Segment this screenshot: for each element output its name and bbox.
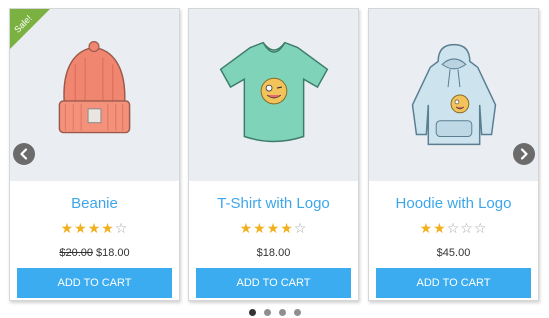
pagination-dot-3[interactable] — [279, 309, 286, 316]
star-filled-icon: ★ — [280, 220, 294, 236]
original-price: $20.00 — [59, 247, 93, 259]
star-filled-icon: ★ — [60, 220, 75, 236]
sale-price: $18.00 — [96, 247, 130, 259]
star-filled-icon: ★ — [253, 220, 267, 236]
chevron-right-icon — [520, 148, 528, 160]
add-to-cart-button[interactable]: ADD TO CART — [196, 268, 351, 298]
product-image-beanie[interactable]: Sale! — [10, 9, 179, 181]
star-empty-icon: ☆ — [114, 220, 129, 236]
add-to-cart-button[interactable]: ADD TO CART — [376, 268, 531, 298]
star-filled-icon: ★ — [419, 220, 434, 236]
product-title[interactable]: Hoodie with Logo — [369, 195, 538, 213]
star-empty-icon: ☆ — [460, 220, 474, 236]
sale-badge: Sale! — [10, 9, 50, 49]
star-filled-icon: ★ — [266, 220, 281, 236]
product-title[interactable]: T-Shirt with Logo — [189, 195, 358, 213]
carousel-prev-button[interactable] — [13, 143, 35, 165]
star-empty-icon: ☆ — [446, 220, 461, 236]
star-filled-icon: ★ — [74, 220, 88, 236]
chevron-left-icon — [20, 148, 28, 160]
carousel-next-button[interactable] — [513, 143, 535, 165]
star-empty-icon: ☆ — [473, 220, 488, 236]
product-image-tshirt[interactable] — [189, 9, 358, 181]
star-filled-icon: ★ — [87, 220, 102, 236]
product-price: $45.00 — [369, 246, 538, 260]
star-empty-icon: ☆ — [293, 220, 308, 236]
product-title[interactable]: Beanie — [10, 195, 179, 213]
price: $18.00 — [256, 247, 291, 259]
product-price: $20.00 $18.00 — [10, 246, 179, 260]
tshirt-icon — [219, 41, 329, 143]
star-rating: ★★★★☆ — [189, 220, 358, 236]
pagination-dot-2[interactable] — [264, 309, 271, 316]
star-filled-icon: ★ — [433, 220, 447, 236]
star-filled-icon: ★ — [101, 220, 115, 236]
product-carousel: Sale! Beanie ★★★★☆ $20.00 $18.00 ADD TO C… — [0, 0, 549, 318]
product-card-tshirt: T-Shirt with Logo ★★★★☆ $18.00 ADD TO CA… — [188, 8, 359, 301]
pagination-dot-1[interactable] — [249, 309, 256, 316]
star-filled-icon: ★ — [239, 220, 254, 236]
add-to-cart-button[interactable]: ADD TO CART — [17, 268, 172, 298]
star-rating: ★★★★☆ — [10, 220, 179, 236]
star-rating: ★★☆☆☆ — [369, 220, 538, 236]
price: $45.00 — [436, 247, 471, 259]
pagination-dot-4[interactable] — [294, 309, 301, 316]
product-price: $18.00 — [189, 246, 358, 260]
